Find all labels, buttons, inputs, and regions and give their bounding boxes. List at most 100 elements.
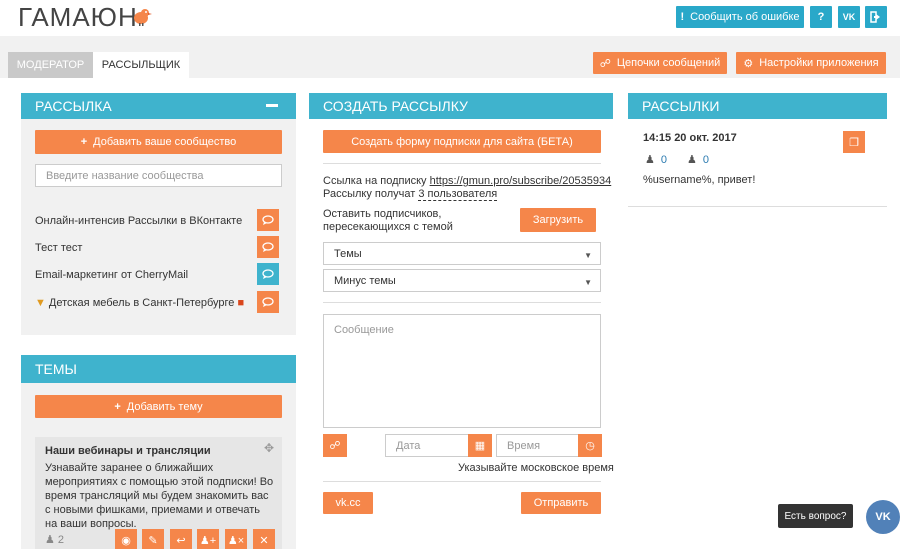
vk-icon: VK	[842, 12, 856, 22]
minus-themes-select-value: Минус темы	[334, 274, 396, 287]
subscriber-count: ♟ 2	[45, 533, 64, 547]
community-item-3[interactable]: Email-маркетинг от CherryMail	[35, 269, 188, 281]
themes-select[interactable]: Темы ▼	[323, 242, 601, 265]
truck-icon: ■	[237, 297, 245, 309]
chat-bubble-icon[interactable]	[257, 291, 279, 313]
top-bar: ГАМАЮН ! Сообщить об ошибке ? VK	[0, 0, 900, 36]
message-placeholder: Сообщение	[334, 324, 394, 336]
community-item-2[interactable]: Тест тест	[35, 242, 82, 254]
logout-icon	[870, 11, 880, 23]
themes-panel-title: ТЕМЫ	[35, 361, 77, 377]
sofa-icon: ▼	[35, 297, 46, 309]
app-settings-button[interactable]: ⚙ Настройки приложения	[736, 52, 886, 74]
app-logo[interactable]: ГАМАЮН	[18, 2, 138, 33]
subscribe-link-label: Ссылка на подписку	[323, 175, 427, 187]
divider	[323, 302, 601, 303]
vk-button[interactable]: VK	[838, 6, 860, 28]
minus-themes-select[interactable]: Минус темы ▼	[323, 269, 601, 292]
chat-tooltip-label: Есть вопрос?	[784, 510, 847, 522]
remove-user-icon[interactable]: ♟×	[225, 529, 247, 549]
add-theme-label: Добавить тему	[126, 400, 203, 413]
bird-logo-icon	[134, 9, 152, 26]
mailing-text: %username%, привет!	[643, 174, 756, 186]
theme-card-title: Наши вебинары и трансляции	[45, 445, 211, 457]
reply-icon[interactable]: ↩	[170, 529, 192, 549]
clock-icon[interactable]: ◷	[578, 434, 602, 457]
chat-tooltip[interactable]: Есть вопрос?	[778, 504, 853, 528]
exclamation-icon: !	[680, 11, 685, 23]
receivers-value[interactable]: 3 пользователя	[418, 188, 498, 201]
vk-chat-button[interactable]: VK	[866, 500, 900, 534]
mailing-stat-b: ♟ 0	[687, 153, 709, 167]
mailings-header: РАССЫЛКИ	[628, 93, 887, 119]
community-item-4[interactable]: ▼ Детская мебель в Санкт-Петербурге ■	[35, 297, 244, 309]
add-theme-button[interactable]: + Добавить тему	[35, 395, 282, 418]
report-error-label: Сообщить об ошибке	[690, 11, 800, 23]
theme-card-text: Узнавайте заранее о ближайших мероприяти…	[45, 462, 274, 530]
date-input[interactable]: Дата	[385, 434, 469, 457]
user-cursor-icon: ♟	[645, 154, 655, 166]
tab-moderator[interactable]: МОДЕРАТОР	[8, 52, 93, 78]
send-button[interactable]: Отправить	[521, 492, 601, 514]
app-settings-label: Настройки приложения	[759, 57, 879, 69]
add-community-label: Добавить ваше сообщество	[93, 136, 237, 148]
attach-icon[interactable]: ☍	[323, 434, 347, 457]
subscriber-count-value: 2	[57, 533, 64, 546]
community-search-input[interactable]: Введите название сообщества	[35, 164, 282, 187]
create-mailing-header: СОЗДАТЬ РАССЫЛКУ	[309, 93, 613, 119]
caret-down-icon: ▼	[584, 278, 592, 287]
divider	[323, 481, 601, 482]
gear-icon: ⚙	[743, 57, 754, 70]
message-textarea[interactable]: Сообщение	[323, 314, 601, 428]
mailing-datetime: 14:15 20 окт. 2017	[643, 132, 737, 144]
help-button[interactable]: ?	[810, 6, 832, 28]
delete-icon[interactable]: ✕	[253, 529, 275, 549]
message-chains-button[interactable]: ☍ Цепочки сообщений	[593, 52, 727, 74]
subscribe-link[interactable]: https://gmun.pro/subscribe/20535934	[430, 175, 612, 187]
mailing-stat-a-value: 0	[660, 153, 667, 166]
create-mailing-title: СОЗДАТЬ РАССЫЛКУ	[323, 98, 468, 114]
chain-icon: ☍	[599, 57, 611, 70]
chat-bubble-icon[interactable]	[257, 263, 279, 285]
add-user-icon[interactable]: ♟+	[197, 529, 219, 549]
chat-bubble-icon[interactable]	[257, 236, 279, 258]
edit-icon[interactable]: ✎	[142, 529, 164, 549]
themes-panel-header: ТЕМЫ	[21, 355, 296, 383]
divider	[323, 163, 601, 164]
add-community-button[interactable]: + Добавить ваше сообщество	[35, 130, 282, 154]
vkcc-button[interactable]: vk.cc	[323, 492, 373, 514]
tab-mailer[interactable]: РАССЫЛЬЩИК	[93, 52, 189, 78]
message-chains-label: Цепочки сообщений	[616, 57, 721, 69]
chat-bubble-icon[interactable]	[257, 209, 279, 231]
mailing-stat-a: ♟ 0	[645, 153, 667, 167]
receivers-row: Рассылку получат 3 пользователя	[323, 188, 498, 201]
caret-down-icon: ▼	[584, 251, 592, 260]
user-icon: ♟	[45, 534, 55, 546]
time-input[interactable]: Время	[496, 434, 580, 457]
plus-icon: +	[114, 400, 121, 413]
report-error-button[interactable]: ! Сообщить об ошибке	[676, 6, 804, 28]
move-icon[interactable]: ✥	[264, 441, 274, 455]
themes-select-value: Темы	[334, 247, 362, 260]
community-item-4-label: Детская мебель в Санкт-Петербурге	[48, 297, 235, 309]
copy-icon[interactable]: ❐	[843, 131, 865, 153]
receivers-label: Рассылку получат	[323, 188, 416, 200]
user-remove-icon: ♟	[687, 154, 697, 166]
moscow-time-hint: Указывайте московское время	[458, 462, 614, 474]
mailing-stat-b-value: 0	[702, 153, 709, 166]
mailings-title: РАССЫЛКИ	[642, 98, 720, 114]
collapse-icon[interactable]	[266, 104, 278, 107]
mailing-panel-header: РАССЫЛКА	[21, 93, 296, 119]
plus-icon: +	[80, 136, 88, 148]
mailing-panel-title: РАССЫЛКА	[35, 98, 112, 114]
logout-button[interactable]	[865, 6, 887, 28]
help-icon: ?	[817, 11, 825, 23]
subscribe-link-row: Ссылка на подписку https://gmun.pro/subs…	[323, 175, 611, 187]
theme-card: Наши вебинары и трансляции ✥ Узнавайте з…	[35, 437, 282, 549]
calendar-icon[interactable]: ▦	[468, 434, 492, 457]
eye-icon[interactable]: ◉	[115, 529, 137, 549]
upload-button[interactable]: Загрузить	[520, 208, 596, 232]
vk-chat-icon: VK	[875, 511, 891, 523]
create-subscribe-form-button[interactable]: Создать форму подписки для сайта (БЕТА)	[323, 130, 601, 153]
community-item-1[interactable]: Онлайн-интенсив Рассылки в ВКонтакте	[35, 215, 242, 227]
